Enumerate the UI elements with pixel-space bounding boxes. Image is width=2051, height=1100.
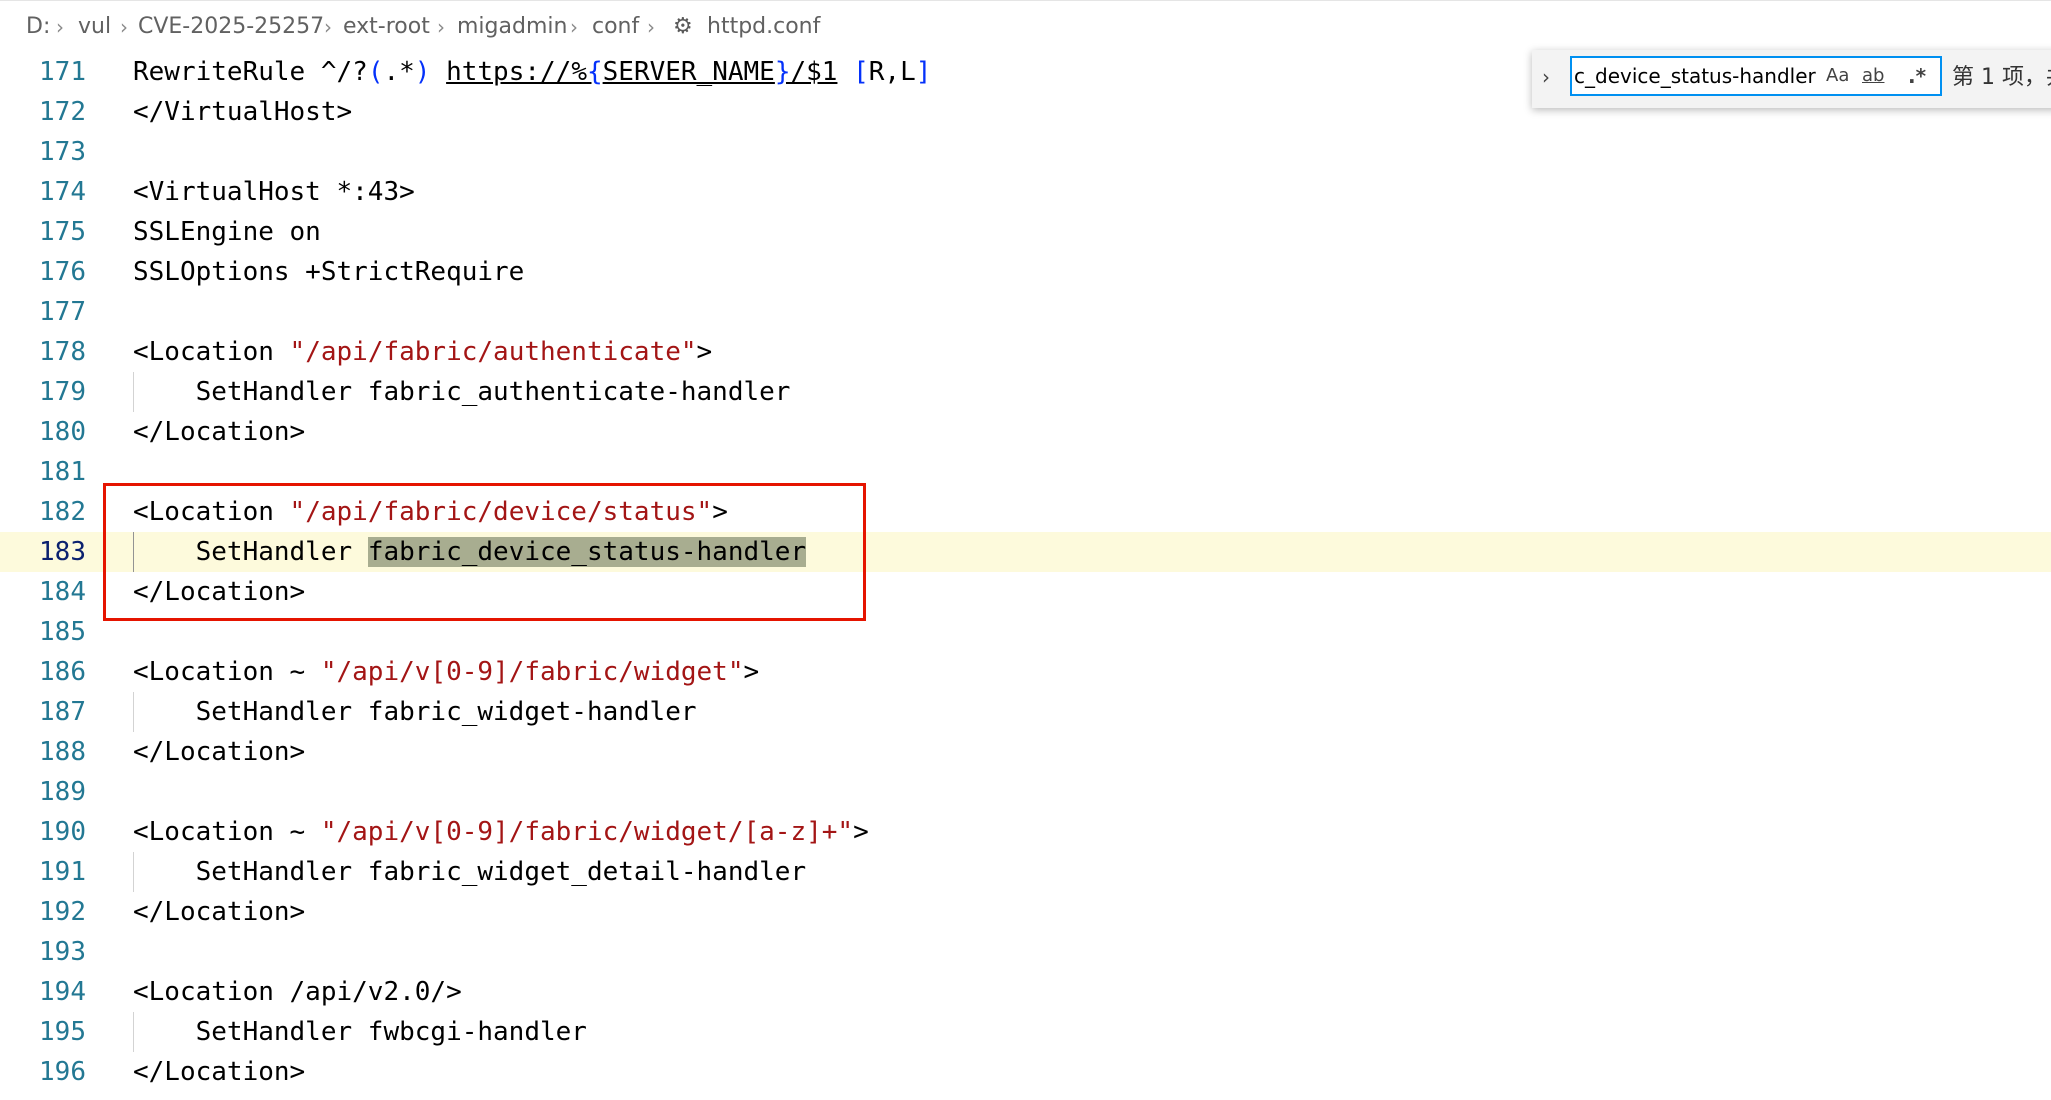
code-line: 182 <Location "/api/fabric/device/status…	[0, 492, 2051, 532]
chevron-right-icon: ›	[120, 15, 128, 39]
line-number: 191	[39, 857, 86, 887]
code-line: 186 <Location ~ "/api/v[0-9]/fabric/widg…	[0, 652, 2051, 692]
chevron-right-icon: ›	[437, 15, 445, 39]
line-content: <Location "/api/fabric/device/status">	[133, 497, 728, 527]
code-line: 192 </Location>	[0, 892, 2051, 932]
chevron-right-icon: ›	[647, 15, 655, 39]
code-line: 174 <VirtualHost *:43>	[0, 172, 2051, 212]
line-number: 173	[39, 137, 86, 167]
code-line: 196 </Location>	[0, 1052, 2051, 1092]
code-line: 189	[0, 772, 2051, 812]
code-line: 177	[0, 292, 2051, 332]
breadcrumb-top-border	[0, 0, 2051, 1]
code-line: 185	[0, 612, 2051, 652]
code-line: 190 <Location ~ "/api/v[0-9]/fabric/widg…	[0, 812, 2051, 852]
breadcrumb-item-migadmin[interactable]: migadmin	[457, 12, 567, 42]
line-number: 186	[39, 657, 86, 687]
line-number: 185	[39, 617, 86, 647]
code-line: 191 SetHandler fabric_widget_detail-hand…	[0, 852, 2051, 892]
code-line: 188 </Location>	[0, 732, 2051, 772]
line-number: 177	[39, 297, 86, 327]
breadcrumb-item-cve[interactable]: CVE-2025-25257	[138, 12, 324, 42]
line-content: </Location>	[133, 417, 306, 447]
line-number: 181	[39, 457, 86, 487]
line-number: 188	[39, 737, 86, 767]
line-content: <Location ~ "/api/v[0-9]/fabric/widget">	[133, 657, 760, 687]
line-content: SetHandler fabric_authenticate-handler	[133, 377, 791, 407]
line-number: 195	[39, 1017, 86, 1047]
line-number: 192	[39, 897, 86, 927]
line-number: 179	[39, 377, 86, 407]
breadcrumb-item-vul[interactable]: vul	[78, 12, 111, 42]
code-line: 194 <Location /api/v2.0/>	[0, 972, 2051, 1012]
line-number: 184	[39, 577, 86, 607]
code-line: 176 SSLOptions +StrictRequire	[0, 252, 2051, 292]
chevron-right-icon: ›	[56, 15, 64, 39]
find-input[interactable]	[1570, 56, 1942, 96]
line-number: 196	[39, 1057, 86, 1087]
line-number: 187	[39, 697, 86, 727]
line-content: </VirtualHost>	[133, 97, 353, 127]
line-content: SSLOptions +StrictRequire	[133, 257, 525, 287]
line-number: 189	[39, 777, 86, 807]
code-line: 178 <Location "/api/fabric/authenticate"…	[0, 332, 2051, 372]
code-line: 175 SSLEngine on	[0, 212, 2051, 252]
line-number: 171	[39, 57, 86, 87]
line-content: SetHandler fabric_device_status-handler	[133, 537, 807, 567]
line-content: <Location ~ "/api/v[0-9]/fabric/widget/[…	[133, 817, 869, 847]
gear-icon: ⚙	[673, 14, 693, 39]
breadcrumb-item-conf[interactable]: conf	[592, 12, 639, 42]
current-line: 183 SetHandler fabric_device_status-hand…	[0, 532, 2051, 572]
line-number: 182	[39, 497, 86, 527]
line-content: <Location "/api/fabric/authenticate">	[133, 337, 713, 367]
line-content: <VirtualHost *:43>	[133, 177, 415, 207]
match-case-toggle[interactable]: Aa	[1826, 58, 1849, 94]
line-content: </Location>	[133, 737, 306, 767]
url-link[interactable]: https://%{SERVER_NAME}/$1	[446, 57, 837, 87]
whole-word-toggle[interactable]: ab	[1862, 58, 1884, 94]
line-number: 190	[39, 817, 86, 847]
line-content: <Location /api/v2.0/>	[133, 977, 462, 1007]
breadcrumb-item-file[interactable]: httpd.conf	[707, 12, 820, 42]
code-line: 173	[0, 132, 2051, 172]
chevron-right-icon: ›	[324, 15, 332, 39]
line-content: </Location>	[133, 577, 306, 607]
breadcrumb: D: › vul › CVE-2025-25257 › ext-root › m…	[0, 0, 2051, 52]
line-number: 175	[39, 217, 86, 247]
line-number: 178	[39, 337, 86, 367]
breadcrumb-item-drive[interactable]: D:	[26, 12, 50, 42]
chevron-right-icon: ›	[570, 15, 578, 39]
line-content: </Location>	[133, 1057, 306, 1087]
code-line: 184 </Location>	[0, 572, 2051, 612]
regex-toggle[interactable]: .*	[1908, 58, 1926, 94]
line-content: SetHandler fabric_widget-handler	[133, 697, 697, 727]
code-line: 181	[0, 452, 2051, 492]
line-number: 174	[39, 177, 86, 207]
match-count: 第 1 项，共	[1952, 65, 2051, 90]
line-content: </Location>	[133, 897, 306, 927]
chevron-right-icon[interactable]: ›	[1542, 62, 1550, 92]
line-number-active: 183	[39, 537, 86, 567]
line-content: SSLEngine on	[133, 217, 321, 247]
line-number: 194	[39, 977, 86, 1007]
breadcrumb-item-ext-root[interactable]: ext-root	[343, 12, 430, 42]
code-line: 180 </Location>	[0, 412, 2051, 452]
line-number: 180	[39, 417, 86, 447]
code-line: 179 SetHandler fabric_authenticate-handl…	[0, 372, 2051, 412]
line-number: 172	[39, 97, 86, 127]
search-match-highlight: fabric_device_status-handler	[367, 537, 807, 567]
code-editor[interactable]: 171 RewriteRule ^/?(.*) https://%{SERVER…	[0, 52, 2051, 1100]
code-line: 193	[0, 932, 2051, 972]
line-content: RewriteRule ^/?(.*) https://%{SERVER_NAM…	[133, 57, 932, 87]
line-number: 193	[39, 937, 86, 967]
find-widget: › Aa ab .* 第 1 项，共	[1532, 50, 2051, 108]
line-number: 176	[39, 257, 86, 287]
line-content: SetHandler fwbcgi-handler	[133, 1017, 587, 1047]
code-line: 195 SetHandler fwbcgi-handler	[0, 1012, 2051, 1052]
line-content: SetHandler fabric_widget_detail-handler	[133, 857, 807, 887]
code-line: 187 SetHandler fabric_widget-handler	[0, 692, 2051, 732]
